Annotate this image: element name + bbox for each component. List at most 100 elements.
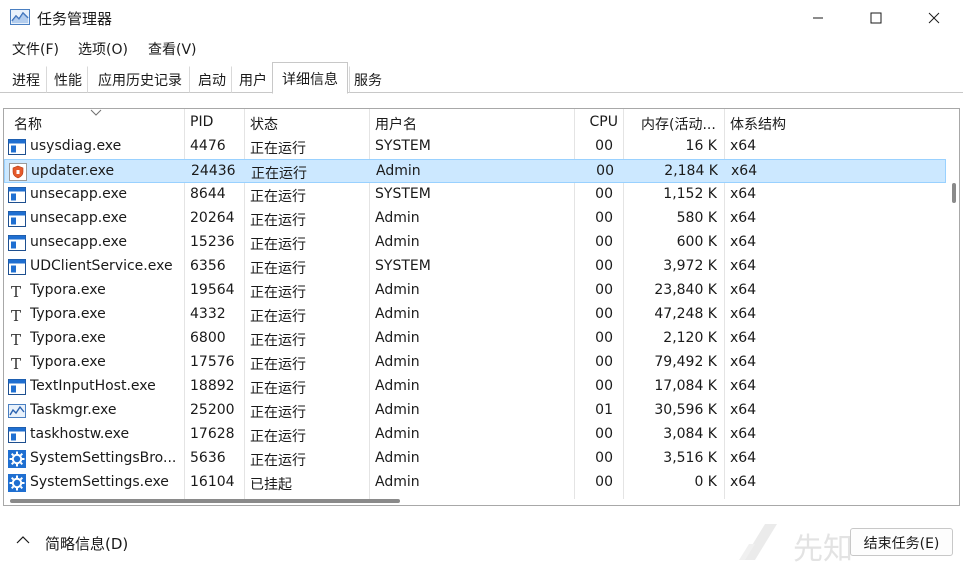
horizontal-scrollbar-thumb[interactable]	[10, 499, 400, 503]
table-row[interactable]: unsecapp.exe 15236 正在运行 Admin 00 600 K x64	[4, 231, 946, 255]
cell-status: 正在运行	[250, 381, 306, 397]
gear-icon	[8, 474, 26, 492]
table-row[interactable]: T Typora.exe 19564 正在运行 Admin 00 23,840 K x64	[4, 279, 946, 303]
cell-pid: 25200	[190, 402, 235, 418]
table-row[interactable]: unsecapp.exe 8644 正在运行 SYSTEM 00 1,152 K x64	[4, 183, 946, 207]
table-row[interactable]: Taskmgr.exe 25200 正在运行 Admin 01 30,596 K x64	[4, 399, 946, 423]
tab-app-history[interactable]: 应用历史记录	[90, 66, 190, 93]
cell-arch: x64	[730, 354, 757, 370]
maximize-icon	[870, 12, 882, 24]
cell-arch: x64	[730, 426, 757, 442]
cell-memory: 79,492 K	[654, 354, 717, 370]
minimize-button[interactable]	[795, 0, 841, 36]
cell-memory: 580 K	[676, 210, 717, 226]
cell-user: Admin	[375, 210, 420, 226]
cell-user: Admin	[375, 354, 420, 370]
footer-bar: 简略信息(D) 先知 结束任务(E)	[0, 512, 963, 569]
table-row[interactable]: updater.exe 24436 正在运行 Admin 00 2,184 K x64	[4, 159, 946, 183]
cell-status: 正在运行	[250, 189, 306, 205]
cell-arch: x64	[730, 282, 757, 298]
cell-name: Typora.exe	[30, 354, 106, 370]
vertical-scrollbar-thumb[interactable]	[952, 183, 956, 203]
cell-cpu: 00	[595, 330, 613, 346]
end-task-button[interactable]: 结束任务(E)	[850, 528, 953, 556]
cell-name: TextInputHost.exe	[30, 378, 156, 394]
cell-cpu: 01	[595, 402, 613, 418]
table-row[interactable]: unsecapp.exe 20264 正在运行 Admin 00 580 K x64	[4, 207, 946, 231]
svg-text:T: T	[11, 283, 21, 300]
cell-cpu: 00	[595, 426, 613, 442]
cell-memory: 3,084 K	[663, 426, 717, 442]
cell-cpu: 00	[595, 306, 613, 322]
cell-status: 已挂起	[250, 477, 292, 493]
table-row[interactable]: usysdiag.exe 4476 正在运行 SYSTEM 00 16 K x64	[4, 135, 946, 159]
svg-text:T: T	[11, 331, 21, 348]
close-icon	[928, 12, 940, 24]
column-header-arch[interactable]: 体系结构	[730, 114, 786, 134]
cell-cpu: 00	[596, 163, 614, 179]
column-header-pid[interactable]: PID	[190, 114, 213, 130]
table-row[interactable]: taskhostw.exe 17628 正在运行 Admin 00 3,084 K x64	[4, 423, 946, 447]
cell-memory: 47,248 K	[654, 306, 717, 322]
cell-user: SYSTEM	[375, 186, 431, 202]
cell-pid: 20264	[190, 210, 235, 226]
process-table: 名称 PID 状态 用户名 CPU 内存(活动... 体系结构 usysdiag…	[3, 108, 960, 506]
watermark-logo: 先知	[735, 520, 855, 568]
close-button[interactable]	[911, 0, 957, 36]
typora-icon: T	[8, 282, 26, 301]
column-header-cpu[interactable]: CPU	[579, 114, 618, 130]
cell-arch: x64	[730, 330, 757, 346]
tab-users[interactable]: 用户	[234, 66, 272, 93]
tab-details[interactable]: 详细信息	[272, 62, 348, 94]
fewer-details-link[interactable]: 简略信息(D)	[45, 533, 128, 554]
cell-cpu: 00	[595, 138, 613, 154]
taskmgr-icon	[8, 402, 26, 420]
cell-pid: 8644	[190, 186, 226, 202]
cell-pid: 17628	[190, 426, 235, 442]
cell-cpu: 00	[595, 210, 613, 226]
cell-user: Admin	[375, 450, 420, 466]
column-header-name[interactable]: 名称	[14, 114, 42, 134]
table-row[interactable]: UDClientService.exe 6356 正在运行 SYSTEM 00 3,972…	[4, 255, 946, 279]
table-row[interactable]: T Typora.exe 6800 正在运行 Admin 00 2,120 K x64	[4, 327, 946, 351]
column-header-user[interactable]: 用户名	[375, 114, 417, 134]
cell-memory: 30,596 K	[654, 402, 717, 418]
table-row[interactable]: T Typora.exe 17576 正在运行 Admin 00 79,492 K x64	[4, 351, 946, 375]
cell-arch: x64	[730, 258, 757, 274]
cell-arch: x64	[730, 234, 757, 250]
window-app-icon	[8, 210, 26, 228]
svg-text:T: T	[11, 355, 21, 372]
menu-view[interactable]: 查看(V)	[148, 39, 197, 59]
vertical-scrollbar[interactable]	[949, 135, 959, 497]
chevron-up-icon[interactable]	[16, 535, 30, 545]
menu-file[interactable]: 文件(F)	[12, 39, 59, 59]
cell-arch: x64	[730, 186, 757, 202]
column-header-status[interactable]: 状态	[250, 114, 278, 134]
menu-options[interactable]: 选项(O)	[78, 39, 128, 59]
cell-name: Typora.exe	[30, 306, 106, 322]
table-row[interactable]: T Typora.exe 4332 正在运行 Admin 00 47,248 K x64	[4, 303, 946, 327]
cell-memory: 1,152 K	[663, 186, 717, 202]
cell-status: 正在运行	[250, 237, 306, 253]
horizontal-scrollbar[interactable]	[4, 495, 946, 505]
maximize-button[interactable]	[853, 0, 899, 36]
cell-name: Typora.exe	[30, 282, 106, 298]
cell-status: 正在运行	[251, 166, 307, 182]
table-row[interactable]: TextInputHost.exe 18892 正在运行 Admin 00 17,084 …	[4, 375, 946, 399]
cell-cpu: 00	[595, 282, 613, 298]
table-row[interactable]: SystemSettings.exe 16104 已挂起 Admin 00 0 K x64	[4, 471, 946, 495]
minimize-icon	[813, 17, 823, 19]
column-header-memory[interactable]: 内存(活动...	[641, 114, 716, 134]
tab-performance[interactable]: 性能	[48, 66, 88, 93]
cell-name: Typora.exe	[30, 330, 106, 346]
tab-processes[interactable]: 进程	[5, 66, 47, 93]
tab-bar: 进程 性能 应用历史记录 启动 用户 详细信息 服务	[0, 61, 963, 94]
tab-startup[interactable]: 启动	[192, 66, 232, 93]
cell-pid: 6356	[190, 258, 226, 274]
cell-user: Admin	[375, 330, 420, 346]
window-app-icon	[8, 138, 26, 156]
cell-name: Taskmgr.exe	[30, 402, 117, 418]
cell-name: UDClientService.exe	[30, 258, 173, 274]
table-row[interactable]: SystemSettingsBro... 5636 正在运行 Admin 00 3,516…	[4, 447, 946, 471]
tab-services[interactable]: 服务	[349, 66, 387, 93]
